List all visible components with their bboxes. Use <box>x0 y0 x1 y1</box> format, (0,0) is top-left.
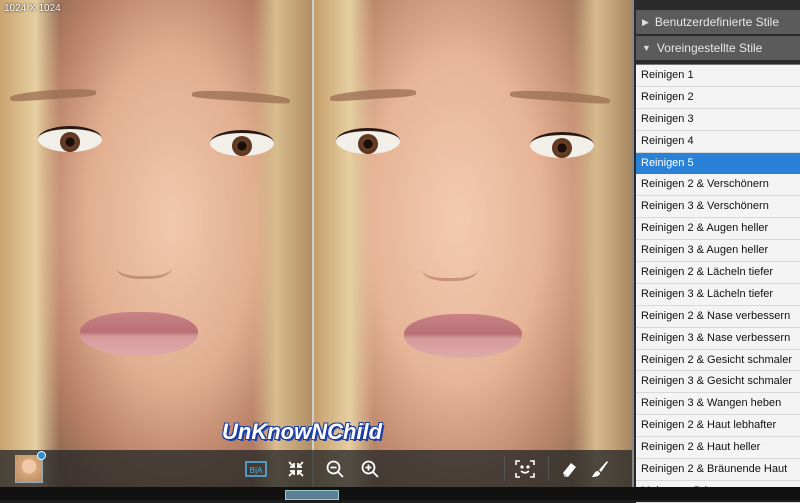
brush-icon <box>592 461 608 477</box>
style-list-item[interactable]: Reinigen 1 <box>636 65 800 87</box>
style-list-item[interactable]: Reinigen 2 & Haut lebhafter <box>636 415 800 438</box>
style-list-item[interactable]: Reinigen 2 & Haut heller <box>636 437 800 460</box>
style-list-item[interactable]: Reinigen 3 & Augen heller <box>636 240 800 263</box>
svg-text:B|A: B|A <box>250 466 263 475</box>
style-list-item[interactable]: Reinigen 2 & Verschönern <box>636 174 800 197</box>
style-list-item[interactable]: Reinigen 4 <box>636 131 800 153</box>
style-list-item[interactable]: Reinigen 3 & Wangen heben <box>636 393 800 416</box>
avatar-status-dot <box>37 451 46 460</box>
image-viewer[interactable]: 1024 X 1024 UnKnowNChild <box>0 0 632 487</box>
chevron-right-icon: ▶ <box>642 16 649 27</box>
toolbar-separator <box>504 456 505 481</box>
filmstrip-thumbnail[interactable] <box>285 490 339 500</box>
style-list-item[interactable]: Reinigen 3 <box>636 109 800 131</box>
eraser-button[interactable] <box>556 457 582 481</box>
left-eye <box>38 126 102 152</box>
zoom-out-button[interactable] <box>322 457 348 481</box>
brush-button[interactable] <box>587 457 613 481</box>
style-list-item[interactable]: Reinigen 2 & Gesicht schmaler <box>636 350 800 372</box>
styles-panel: ▶ Benutzerdefinierte Stile ▼ Voreingeste… <box>632 0 800 503</box>
image-size-label: 1024 X 1024 <box>4 3 61 14</box>
collapse-arrows-icon <box>288 461 304 477</box>
section-label: Voreingestellte Stile <box>656 41 763 55</box>
style-list-item[interactable]: Reinigen 3 & Gesicht schmaler <box>636 371 800 394</box>
lips <box>404 314 522 358</box>
style-list-item[interactable]: Reinigen 5 <box>636 152 800 175</box>
style-list-item[interactable]: Reinigen 3 & Lächeln tiefer <box>636 284 800 306</box>
style-list-item[interactable]: Reinigen 2 & Nase verbessern <box>636 306 800 328</box>
section-custom-styles[interactable]: ▶ Benutzerdefinierte Stile <box>636 10 800 34</box>
watermark: UnKnowNChild <box>222 419 383 444</box>
zoom-in-icon <box>361 460 379 478</box>
preset-style-list[interactable]: Reinigen 1 Reinigen 2 Reinigen 3 Reinigen 4… <box>636 64 800 503</box>
before-after-icon: B|A <box>245 461 267 477</box>
section-label: Benutzerdefinierte Stile <box>654 15 779 29</box>
style-list-item[interactable]: Reinigen 2 & Lächeln tiefer <box>636 262 800 284</box>
style-list-item[interactable]: Reinigen 3 & Nase verbessern <box>636 328 800 350</box>
smiley-face-icon <box>515 460 535 478</box>
before-photo <box>0 0 312 487</box>
eraser-icon <box>563 463 576 477</box>
style-list-item[interactable]: Reinigen 3 & Verschönern <box>636 196 800 219</box>
toolbar-separator <box>548 456 549 481</box>
style-list-item[interactable]: Reinigen 2 <box>636 87 800 109</box>
face-detect-button[interactable] <box>512 457 538 481</box>
zoom-in-button[interactable] <box>357 457 383 481</box>
style-list-item[interactable]: Reinigen 2 & Augen heller <box>636 218 800 241</box>
style-list-item[interactable]: Reinigen 2 & Bräunende Haut <box>636 459 800 481</box>
after-photo <box>314 0 632 487</box>
chevron-down-icon: ▼ <box>642 43 651 53</box>
zoom-out-icon <box>326 460 344 478</box>
left-eye <box>336 128 400 154</box>
fit-screen-button[interactable] <box>283 457 309 481</box>
right-eye <box>530 132 594 158</box>
before-after-button[interactable]: B|A <box>243 457 269 481</box>
filmstrip-bar <box>0 487 800 500</box>
lips <box>80 312 198 356</box>
section-preset-styles[interactable]: ▼ Voreingestellte Stile <box>636 36 800 60</box>
right-eye <box>210 130 274 156</box>
